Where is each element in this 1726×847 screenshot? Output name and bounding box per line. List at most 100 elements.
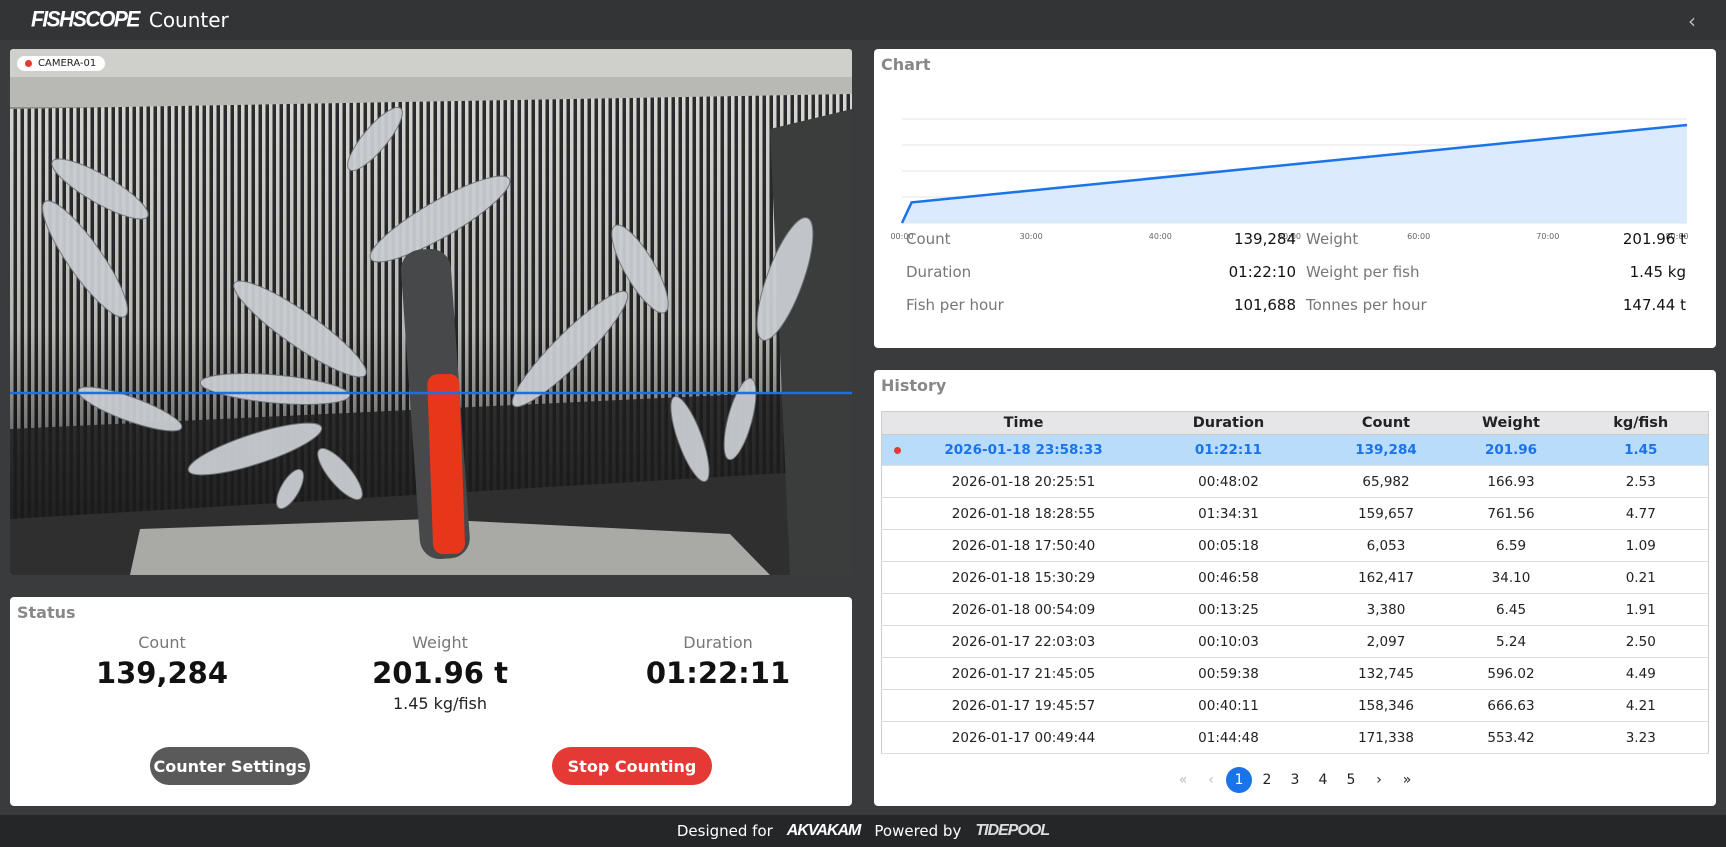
status-panel: Status Count 139,284 Weight 201.96 t 1.4…: [10, 597, 852, 806]
table-cell: 4.21: [1573, 689, 1709, 722]
metric-label: Fish per hour: [906, 296, 1004, 314]
table-cell: 00:10:03: [1133, 625, 1324, 658]
history-panel: History Time Duration Count Weight kg/fish 2…: [874, 370, 1716, 806]
table-cell: 3,380: [1323, 593, 1449, 626]
table-cell: 01:34:31: [1133, 497, 1324, 530]
table-header: Time Duration Count Weight kg/fish: [881, 411, 1709, 435]
page-numbers: 12 3 4 5: [1225, 767, 1365, 793]
table-cell: 158,346: [1323, 689, 1449, 722]
row-indicator: [881, 657, 914, 690]
table-row[interactable]: 2026-01-17 21:45:05 00:59:38 132,745 596.02…: [881, 657, 1709, 690]
table-cell: 00:13:25: [1133, 593, 1324, 626]
table-cell: 2026-01-17 00:49:44: [913, 721, 1134, 754]
metric-value: 139,284: [1233, 230, 1296, 248]
history-title: History: [881, 376, 947, 395]
table-cell: 2026-01-18 18:28:55: [913, 497, 1134, 530]
camera-name: CAMERA-01: [38, 58, 97, 69]
metric-row: Duration 01:22:10 Weight per fish 1.45 kg: [906, 263, 1686, 299]
page-4-button[interactable]: 4: [1309, 767, 1337, 793]
page-number: 4: [1318, 772, 1328, 788]
recording-dot-icon: [25, 60, 32, 67]
table-row[interactable]: 2026-01-18 00:54:09 00:13:25 3,380 6.45 1.91: [881, 593, 1709, 626]
pagination: « ‹ 12 3 4 5 › »: [874, 767, 1716, 793]
table-cell: 171,338: [1323, 721, 1449, 754]
column-header[interactable]: Time: [913, 411, 1134, 435]
table-row[interactable]: 2026-01-17 22:03:03 00:10:03 2,097 5.24 2.50: [881, 625, 1709, 658]
metric-row: Fish per hour 101,688 Tonnes per hour 147.4…: [906, 296, 1686, 332]
page-number: 2: [1262, 772, 1272, 788]
akvakam-logo: AKVAKAM: [786, 822, 862, 839]
table-row[interactable]: 2026-01-18 18:28:55 01:34:31 159,657 761.56…: [881, 497, 1709, 530]
table-cell: 2.53: [1573, 465, 1709, 498]
page-2-button[interactable]: 2: [1253, 767, 1281, 793]
table-cell: 2026-01-18 00:54:09: [913, 593, 1134, 626]
table-row[interactable]: 2026-01-17 19:45:57 00:40:11 158,346 666.63…: [881, 689, 1709, 722]
page-1-button[interactable]: 1: [1225, 767, 1253, 793]
collapse-chevron-icon[interactable]: ‹: [1688, 9, 1696, 33]
page-number: 5: [1346, 772, 1356, 788]
history-table: Time Duration Count Weight kg/fish 2026-01-1…: [881, 411, 1709, 754]
table-row[interactable]: 2026-01-18 17:50:40 00:05:18 6,053 6.59 1.09: [881, 529, 1709, 562]
progress-chart: 00:00 30:00 40:00 50:00 60:00 70:00 80:00: [890, 118, 1689, 241]
tidepool-logo: TIDEPOOL: [975, 822, 1050, 839]
row-indicator: [881, 689, 914, 722]
table-cell: 4.77: [1573, 497, 1709, 530]
table-row[interactable]: 2026-01-17 00:49:44 01:44:48 171,338 553.42…: [881, 721, 1709, 754]
table-cell: 2.50: [1573, 625, 1709, 658]
column-header[interactable]: Count: [1323, 411, 1449, 435]
top-bar: FISHSCOPE Counter ‹: [0, 0, 1726, 40]
row-indicator: [881, 593, 914, 626]
footer: Designed for AKVAKAM Powered by TIDEPOOL: [0, 815, 1726, 847]
app-logo: FISHSCOPE: [31, 7, 140, 32]
table-cell: 2026-01-18 23:58:33: [913, 434, 1134, 466]
weight-value: 201.96 t: [372, 656, 508, 690]
table-cell: 00:48:02: [1133, 465, 1324, 498]
metric-label: Count: [906, 230, 951, 248]
next-page-button[interactable]: ›: [1365, 767, 1393, 793]
metric-value: 147.44 t: [1622, 296, 1686, 314]
table-cell: 6.59: [1448, 529, 1574, 562]
table-cell: 00:59:38: [1133, 657, 1324, 690]
table-cell: 596.02: [1448, 657, 1574, 690]
first-page-button[interactable]: «: [1169, 767, 1197, 793]
table-body: 2026-01-18 23:58:33 01:22:11 139,284 201.96…: [881, 434, 1709, 754]
table-cell: 139,284: [1323, 434, 1449, 466]
column-header[interactable]: kg/fish: [1573, 411, 1709, 435]
camera-feed: CAMERA-01: [10, 49, 852, 575]
table-cell: 6,053: [1323, 529, 1449, 562]
stop-counting-button[interactable]: Stop Counting: [552, 747, 712, 785]
table-cell: 3.23: [1573, 721, 1709, 754]
table-cell: 0.21: [1573, 561, 1709, 594]
table-cell: 166.93: [1448, 465, 1574, 498]
prev-page-button[interactable]: ‹: [1197, 767, 1225, 793]
column-header[interactable]: [881, 411, 914, 435]
table-cell: 2026-01-18 17:50:40: [913, 529, 1134, 562]
weight-per-fish: 1.45 kg/fish: [392, 694, 488, 713]
last-page-button[interactable]: »: [1393, 767, 1421, 793]
chart-title: Chart: [881, 55, 931, 74]
page-number: 1: [1226, 767, 1252, 793]
table-cell: 65,982: [1323, 465, 1449, 498]
metric-value: 01:22:10: [1228, 263, 1296, 281]
row-indicator: [881, 465, 914, 498]
table-row[interactable]: 2026-01-18 20:25:51 00:48:02 65,982 166.93 2…: [881, 465, 1709, 498]
page-5-button[interactable]: 5: [1337, 767, 1365, 793]
table-cell: 159,657: [1323, 497, 1449, 530]
counter-settings-button[interactable]: Counter Settings: [150, 747, 310, 785]
column-header[interactable]: Duration: [1133, 411, 1324, 435]
table-cell: 2,097: [1323, 625, 1449, 658]
column-header[interactable]: Weight: [1448, 411, 1574, 435]
metric-label: Weight per fish: [1306, 263, 1420, 281]
table-row[interactable]: 2026-01-18 23:58:33 01:22:11 139,284 201.96…: [881, 434, 1709, 466]
page-3-button[interactable]: 3: [1281, 767, 1309, 793]
table-cell: 2026-01-18 15:30:29: [913, 561, 1134, 594]
row-indicator: [881, 529, 914, 562]
camera-image: [10, 49, 852, 575]
table-row[interactable]: 2026-01-18 15:30:29 00:46:58 162,417 34.10 0…: [881, 561, 1709, 594]
row-indicator: [881, 625, 914, 658]
table-cell: 4.49: [1573, 657, 1709, 690]
camera-badge: CAMERA-01: [17, 56, 106, 71]
table-cell: 1.09: [1573, 529, 1709, 562]
table-cell: 01:22:11: [1133, 434, 1324, 466]
designed-for-label: Designed for: [676, 822, 773, 840]
